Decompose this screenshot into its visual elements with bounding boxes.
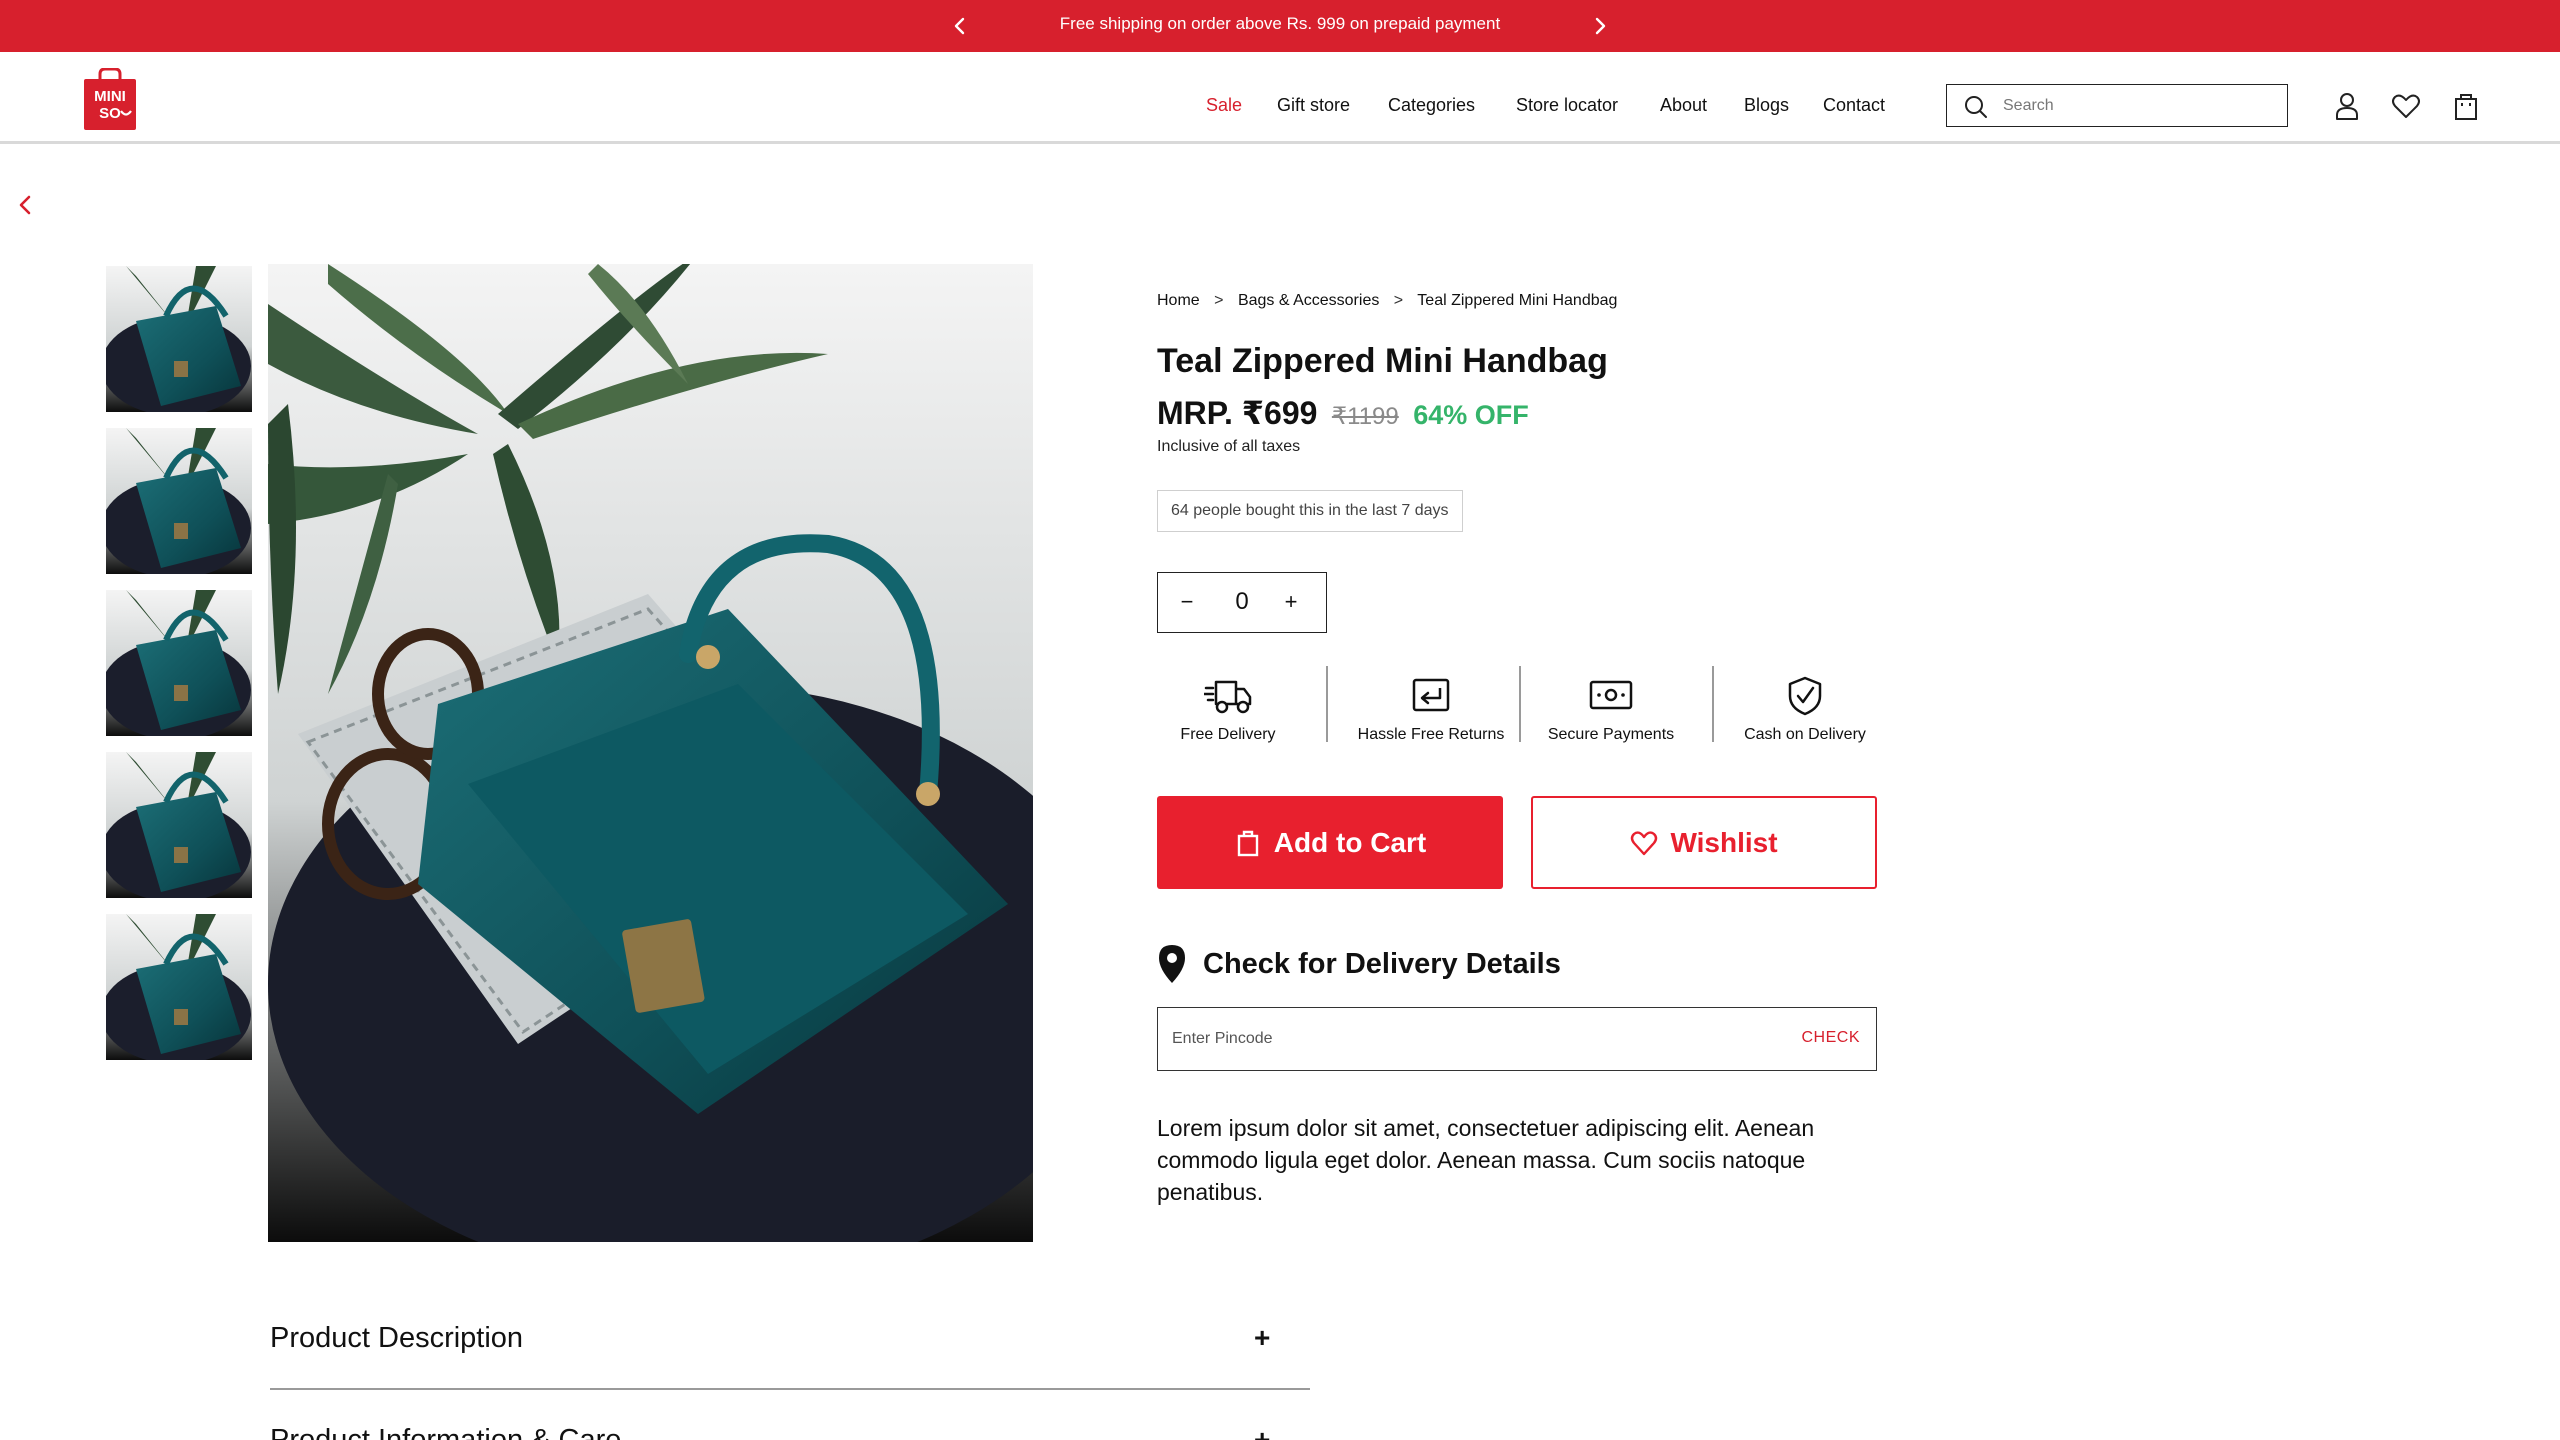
chevron-right-icon[interactable] (1588, 12, 1612, 40)
product-thumbnail[interactable] (106, 428, 252, 574)
breadcrumb-home[interactable]: Home (1157, 292, 1200, 309)
return-icon (1412, 678, 1450, 712)
expand-icon[interactable]: + (1254, 1322, 1270, 1354)
quantity-value: 0 (1235, 588, 1249, 615)
divider (1326, 666, 1328, 742)
quantity-decrease-button[interactable]: − (1172, 587, 1202, 617)
tax-note: Inclusive of all taxes (1157, 438, 1301, 455)
product-main-image (268, 264, 1033, 1242)
wishlist-button[interactable]: Wishlist (1531, 796, 1877, 889)
search-box (1946, 84, 2288, 127)
delivery-title: Check for Delivery Details (1203, 947, 1561, 980)
nav-contact[interactable]: Contact (1823, 95, 1885, 116)
delivery-heading: Check for Delivery Details (1157, 942, 1561, 986)
feature-free-delivery: Free Delivery (1157, 662, 1299, 758)
cash-icon (1589, 680, 1633, 710)
nav-store-locator[interactable]: Store locator (1516, 95, 1618, 116)
quantity-increase-button[interactable]: + (1276, 587, 1306, 617)
feature-hassle-free-returns: Hassle Free Returns (1343, 662, 1519, 758)
social-proof-badge: 64 people bought this in the last 7 days (1157, 490, 1463, 532)
svg-text:MINI: MINI (94, 88, 126, 105)
nav-sale[interactable]: Sale (1206, 95, 1242, 116)
breadcrumb-separator: > (1393, 292, 1404, 309)
product-price: MRP. ₹699 (1157, 395, 1318, 431)
delivery-truck-icon (1204, 680, 1252, 714)
search-input[interactable] (2003, 93, 2273, 119)
quantity-stepper: − 0 + (1157, 572, 1327, 633)
price-row: MRP. ₹699 ₹1199 64% OFF (1157, 394, 1529, 432)
expand-icon[interactable]: + (1254, 1424, 1270, 1440)
product-short-description: Lorem ipsum dolor sit amet, consectetuer… (1157, 1115, 1815, 1205)
accordion-title: Product Description (270, 1322, 524, 1354)
breadcrumb-category[interactable]: Bags & Accessories (1238, 292, 1379, 309)
pincode-field: CHECK (1157, 1007, 1877, 1071)
add-to-cart-label: Add to Cart (1273, 826, 1427, 858)
back-arrow-icon[interactable] (14, 190, 36, 220)
product-thumbnail[interactable] (106, 914, 252, 1060)
accordion-product-description[interactable]: Product Description + (270, 1322, 1310, 1402)
pincode-input[interactable] (1172, 1026, 1732, 1052)
heart-icon[interactable] (2390, 90, 2422, 122)
original-price: ₹1199 (1331, 403, 1399, 430)
bag-icon (1237, 830, 1258, 856)
breadcrumb: Home > Bags & Accessories > Teal Zippere… (1157, 292, 1627, 310)
breadcrumb-separator: > (1214, 292, 1224, 309)
bag-icon[interactable] (2450, 90, 2482, 122)
product-title: Teal Zippered Mini Handbag (1157, 342, 1608, 380)
add-to-cart-button[interactable]: Add to Cart (1157, 796, 1503, 889)
divider (1519, 666, 1521, 742)
nav-gift-store[interactable]: Gift store (1277, 95, 1350, 116)
accordion-product-information[interactable]: Product Information & Care + (270, 1424, 1310, 1440)
divider (270, 1388, 1310, 1390)
shield-check-icon (1788, 676, 1822, 716)
user-icon[interactable] (2331, 90, 2363, 122)
wishlist-label: Wishlist (1670, 826, 1778, 858)
check-pincode-button[interactable]: CHECK (1801, 1029, 1860, 1047)
heart-icon (1631, 830, 1658, 855)
feature-label: Secure Payments (1547, 726, 1675, 743)
site-header: MINI SO Sale Gift store Categories Store… (0, 52, 2560, 144)
product-thumbnail[interactable] (106, 590, 252, 736)
accordion-title: Product Information & Care (270, 1424, 622, 1440)
svg-text:SO: SO (99, 105, 121, 122)
feature-label: Hassle Free Returns (1357, 726, 1505, 743)
nav-about[interactable]: About (1660, 95, 1707, 116)
feature-label: Free Delivery (1180, 726, 1276, 743)
announcement-bar: Free shipping on order above Rs. 999 on … (0, 0, 2560, 52)
feature-secure-payments: Secure Payments (1533, 662, 1689, 758)
feature-strip: Free Delivery Hassle Free Returns Secure… (1157, 662, 1877, 758)
search-icon[interactable] (1963, 94, 1989, 120)
feature-label: Cash on Delivery (1744, 726, 1866, 743)
product-thumbnail[interactable] (106, 266, 252, 412)
discount-badge: 64% OFF (1413, 400, 1529, 430)
miniso-logo[interactable]: MINI SO (84, 67, 136, 130)
announcement-text: Free shipping on order above Rs. 999 on … (1059, 14, 1501, 33)
breadcrumb-current: Teal Zippered Mini Handbag (1417, 292, 1618, 309)
product-thumbnail[interactable] (106, 752, 252, 898)
divider (1712, 666, 1714, 742)
nav-blogs[interactable]: Blogs (1744, 95, 1789, 116)
feature-cash-on-delivery: Cash on Delivery (1733, 662, 1877, 758)
location-pin-icon (1159, 945, 1185, 983)
nav-categories[interactable]: Categories (1388, 95, 1475, 116)
